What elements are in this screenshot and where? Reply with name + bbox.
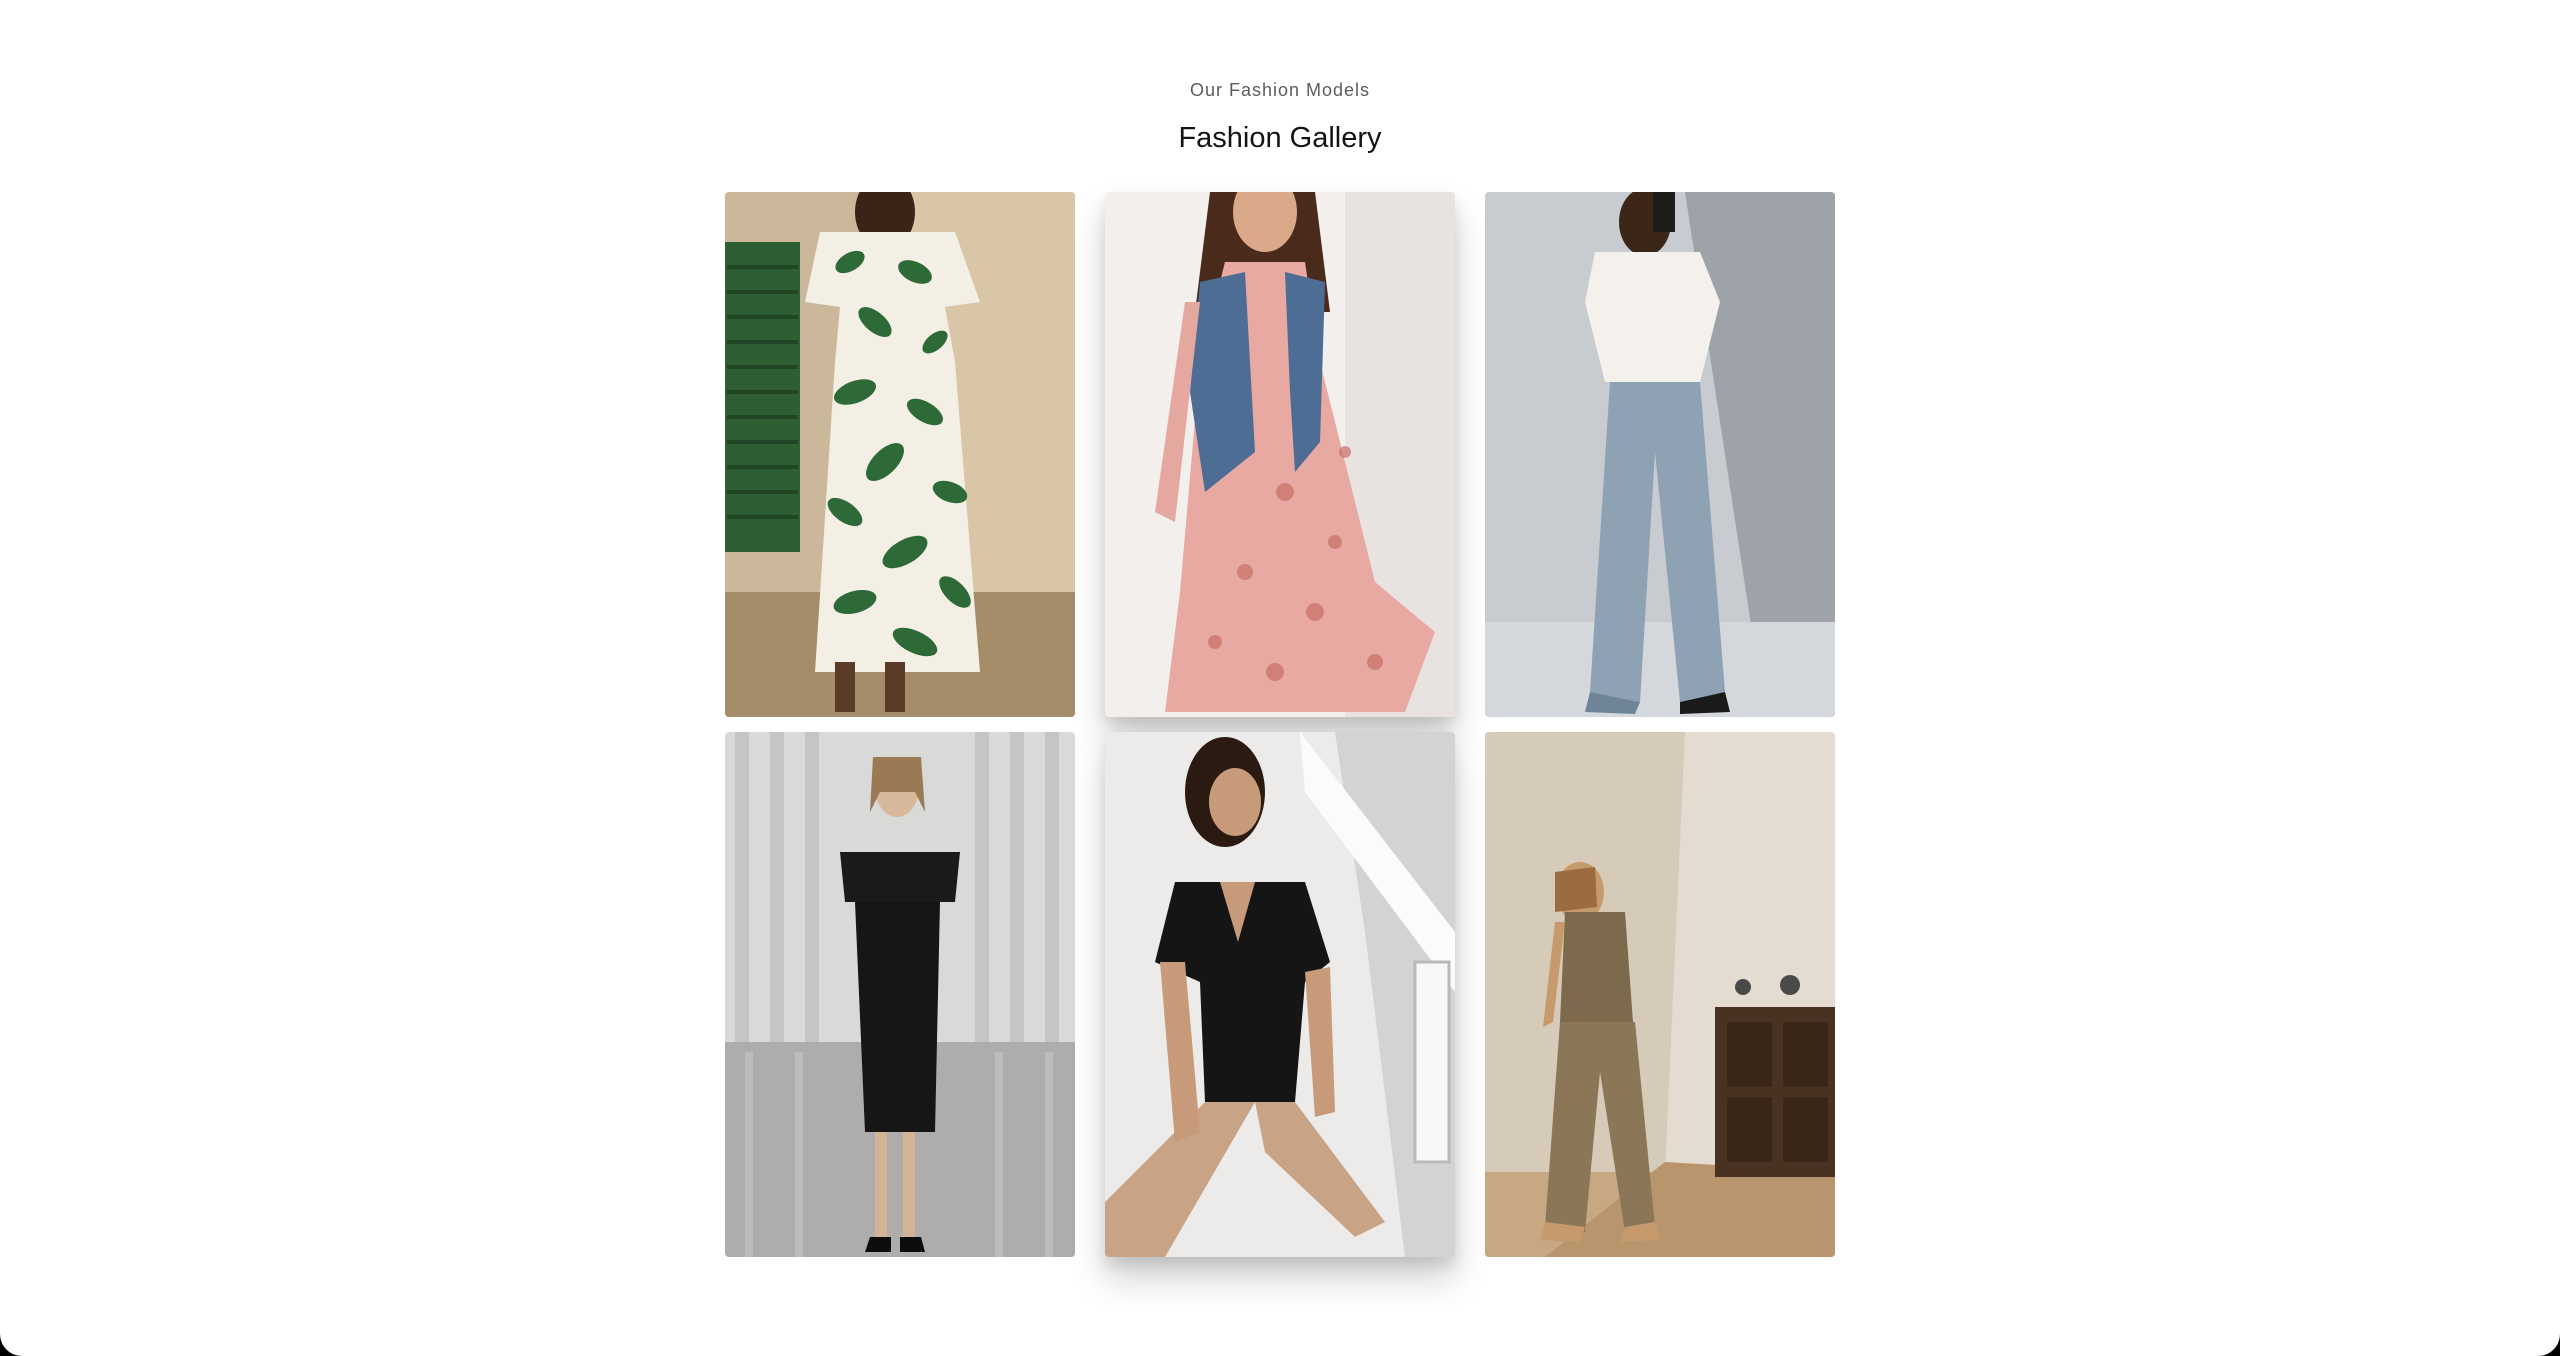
gallery-image-white-top-jeans bbox=[1485, 192, 1835, 717]
gallery-item-white-top-jeans[interactable] bbox=[1485, 192, 1835, 717]
fashion-gallery-grid bbox=[725, 192, 1835, 1257]
page-window: Our Fashion Models Fashion Gallery bbox=[0, 0, 2560, 1356]
gallery-item-black-offshoulder-dress[interactable] bbox=[725, 732, 1075, 1257]
section-eyebrow: Our Fashion Models bbox=[1189, 80, 1371, 100]
gallery-item-green-leaf-dress[interactable] bbox=[725, 192, 1075, 717]
gallery-item-khaki-vest-trousers[interactable] bbox=[1485, 732, 1835, 1257]
gallery-item-pink-floral-dress[interactable] bbox=[1105, 192, 1455, 717]
gallery-item-black-bodysuit[interactable] bbox=[1105, 732, 1455, 1257]
gallery-image-pink-floral-dress bbox=[1105, 192, 1455, 717]
page-title: Fashion Gallery bbox=[1178, 122, 1382, 154]
gallery-image-black-bodysuit bbox=[1105, 732, 1455, 1257]
gallery-image-khaki-vest-trousers bbox=[1485, 732, 1835, 1257]
gallery-image-black-offshoulder-dress bbox=[725, 732, 1075, 1257]
gallery-image-green-leaf-dress bbox=[725, 192, 1075, 717]
